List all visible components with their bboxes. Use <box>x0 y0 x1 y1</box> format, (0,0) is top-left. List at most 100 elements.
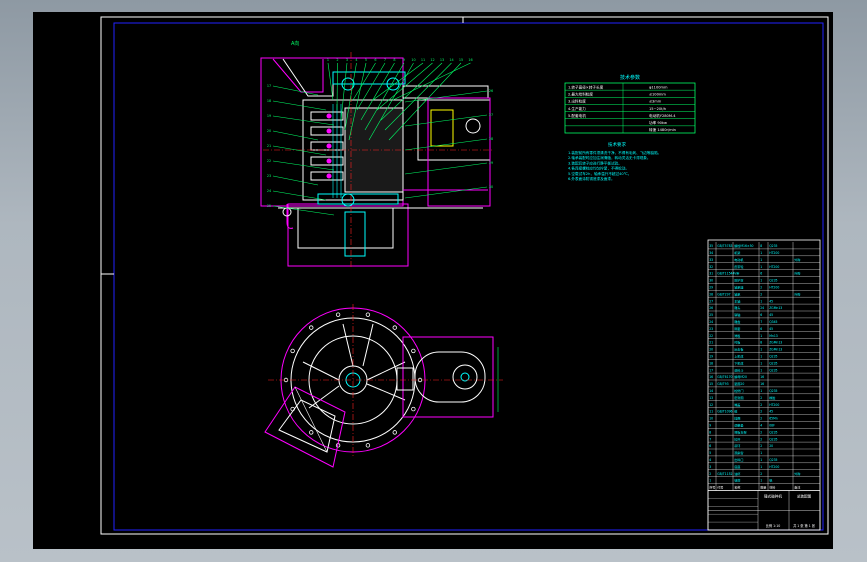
spec-label: 3.出料粒度 <box>568 99 586 104</box>
view-mark-label: A向 <box>291 40 299 47</box>
bom-cell: GB/T93 <box>717 382 728 386</box>
belt-guard-outline <box>402 336 494 418</box>
bom-cell: 反击板 <box>734 347 743 352</box>
bom-cell: 轴承座 <box>734 285 743 290</box>
bom-cell: HT200 <box>769 403 779 407</box>
bom-cell: 1 <box>760 265 762 269</box>
bom-cell: HT200 <box>769 286 779 290</box>
bom-cell: 24 <box>760 306 764 310</box>
bom-cell: 2 <box>760 444 762 448</box>
bom-cell: 上机体 <box>734 354 743 359</box>
bom-cell: 1 <box>760 465 762 469</box>
bom-cell: GB/T297 <box>717 292 730 296</box>
bom-cell: 2 <box>709 472 711 476</box>
bom-cell: 2 <box>760 430 762 434</box>
bom-cell: 17 <box>709 368 713 372</box>
bom-cell: 进料斗 <box>734 367 743 372</box>
bom-cell: 1 <box>760 451 762 455</box>
spec-label: 5.配套电机 <box>568 113 586 118</box>
bom-cell: 7 <box>709 437 711 441</box>
bom-cell: 4 <box>709 458 711 462</box>
bom-cell: Q235 <box>769 389 777 393</box>
assembly-drawing: A向 1 2 3 4 5 6 7 8 9 10 11 12 13 14 15 16 1718192021222… <box>100 16 829 535</box>
bom-cell: 32 <box>709 265 713 269</box>
spec-table: 技术参数 1.转子直径×转子长度 φ1100mm 2.最大给料粒度 ≤100mm 3.出… <box>564 74 696 134</box>
bom-cell: ZGMn13 <box>769 341 782 345</box>
bom-cell: 11 <box>709 410 713 414</box>
spec-value: 功率 90kw <box>649 120 667 125</box>
bom-cell: 出料口 <box>734 457 743 462</box>
tech-req-line: 6.外表面涂防锈底漆及面漆。 <box>568 176 615 181</box>
bom-cell: 外购 <box>794 271 800 276</box>
bom-cell: 主轴 <box>734 298 740 303</box>
bom-cell: 45 <box>769 299 773 303</box>
bom-cell: 外购 <box>794 291 800 296</box>
drawing-title: 总装配图 <box>797 494 812 499</box>
bom-cell: 橡胶 <box>769 395 775 400</box>
bom-cell: 防护罩 <box>734 278 743 283</box>
callout-number: 16 <box>468 58 472 62</box>
bom-header-cell: 代号 <box>717 485 723 490</box>
tech-req-line: 2.轴承装配时应加注润滑脂，转动灵活无卡滞现象。 <box>568 155 651 160</box>
bom-cell: 1 <box>760 355 762 359</box>
belt-guard <box>414 351 486 403</box>
drawing-scale: 比例 1:10 <box>766 523 781 528</box>
tech-req-line: 1.装配前所有零件须清洗干净，不得有毛刺、飞边等缺陷。 <box>568 150 661 155</box>
spec-value: φ1100mm <box>649 85 668 89</box>
bom-cell: 1 <box>760 389 762 393</box>
bom-cell: GB/T11544 <box>717 272 734 276</box>
callout-number: 3 <box>346 58 348 62</box>
bom-cell: Q235 <box>769 244 777 248</box>
shaft-bottom <box>317 193 399 205</box>
bom-cell: 2 <box>760 292 762 296</box>
motor-cover <box>430 109 454 147</box>
bom-cell: 8 <box>709 430 711 434</box>
bom-header-cell: 材料 <box>769 485 775 490</box>
callout-number: 22 <box>267 159 271 163</box>
bom-cell: 吊环 <box>734 444 740 448</box>
bom-cell: 6 <box>760 313 762 317</box>
spec-label: 2.最大给料粒度 <box>568 91 593 96</box>
tech-req-line: 3.装配后转子应进行静平衡试验。 <box>568 160 622 165</box>
cad-drawing-canvas[interactable]: A向 1 2 3 4 5 6 7 8 9 10 11 12 13 14 15 16 17 18 19 20 21 22 2… <box>33 12 833 549</box>
callout-number: 13 <box>440 58 444 62</box>
bom-cell: 1 <box>760 479 762 483</box>
bom-cell: 外购 <box>794 471 800 476</box>
bom-cell: 16 <box>760 382 764 386</box>
bom-cell: 27 <box>709 299 713 303</box>
bom-cell: 15 <box>709 382 713 386</box>
bom-cell: 33 <box>709 258 713 262</box>
bom-cell: Q345 <box>769 320 777 324</box>
tech-req-title: 技术要求 <box>608 141 626 148</box>
spec-value: ≤3mm <box>649 100 662 104</box>
hopper-mid <box>294 386 328 453</box>
bom-cell: 22 <box>709 334 713 338</box>
bom-cell: 检修门 <box>734 388 743 393</box>
bom-cell: 16 <box>709 375 713 379</box>
bom-cell: 1 <box>709 479 711 483</box>
plan-view <box>264 304 503 468</box>
callouts-top: 1 2 3 4 5 6 7 8 9 10 11 12 13 14 15 16 <box>327 58 473 62</box>
bom-cell: 筛板支架 <box>734 429 746 434</box>
bom-cell: 9 <box>709 424 711 428</box>
bom-cell: 2 <box>760 437 762 441</box>
bom-cell: 密封圈 <box>734 395 743 400</box>
bom-cell: 机架 <box>734 250 740 255</box>
callout-number: 18 <box>267 99 271 103</box>
bom-cell: 26 <box>709 306 713 310</box>
callout-number: 6 <box>374 58 376 62</box>
bom-cell: 1 <box>760 299 762 303</box>
bom-cell: 7 <box>760 320 762 324</box>
plan-feed-hopper-inner <box>278 399 336 453</box>
callout-number: 24 <box>267 189 271 193</box>
spec-label: 4.生产能力 <box>568 106 586 111</box>
bom-cell: 1 <box>760 334 762 338</box>
bom-cell: 31 <box>709 272 713 276</box>
spec-value: 15~20t/h <box>649 107 666 111</box>
bom-table: 35 GB/T5783 螺栓M16×50 8 Q23534 机架 1 HT20033 电动机 1 外… <box>707 239 821 531</box>
spec-value: 电动机Y280M-4 <box>649 113 676 118</box>
callout-number: 20 <box>267 129 271 133</box>
bom-cell: 挡圈 <box>734 416 740 421</box>
callout-number: 25 <box>267 204 271 208</box>
callout-number: 9 <box>403 58 405 62</box>
